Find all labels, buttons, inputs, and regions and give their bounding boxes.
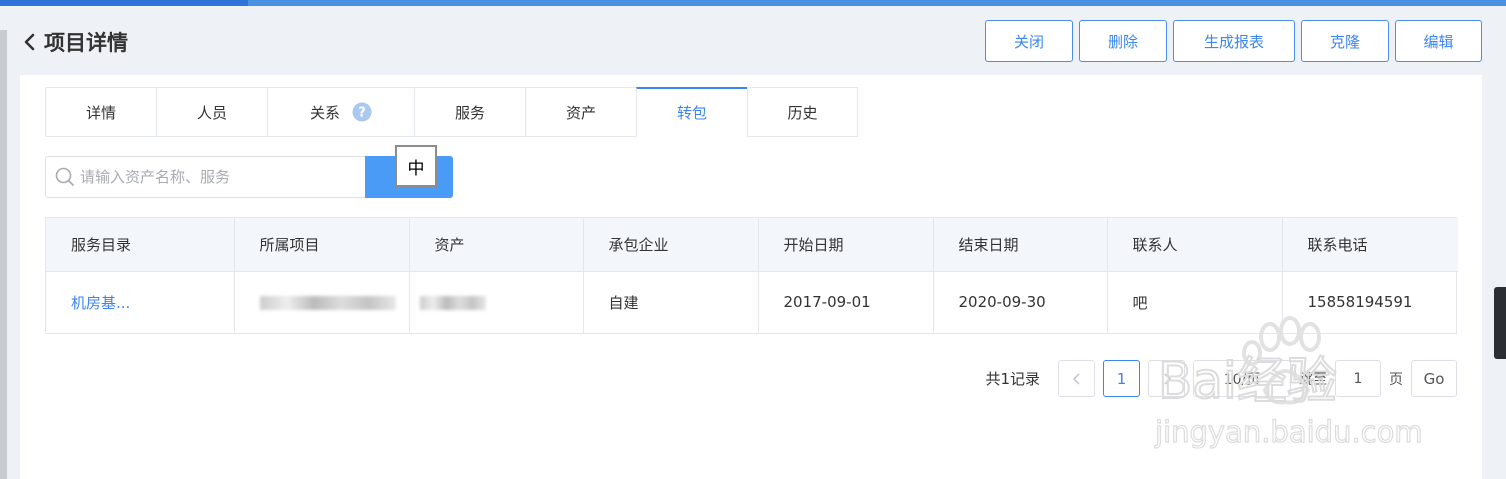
start-date-cell: 2017-09-01 xyxy=(758,271,934,333)
asset-cell xyxy=(409,271,584,333)
tab-details[interactable]: 详情 xyxy=(45,87,156,137)
jump-page-input[interactable] xyxy=(1335,360,1381,397)
page-title: 项目详情 xyxy=(44,31,128,55)
phone-cell: 15858194591 xyxy=(1307,293,1413,312)
search-icon xyxy=(54,166,76,188)
page-size-select[interactable]: 10/页 xyxy=(1193,360,1291,397)
tab-label: 转包 xyxy=(676,104,707,122)
column-header: 结束日期 xyxy=(933,218,1108,272)
tab-services[interactable]: 服务 xyxy=(414,87,525,137)
redacted-project xyxy=(259,295,396,310)
tab-label: 资产 xyxy=(565,103,596,122)
page-header: 项目详情 xyxy=(18,22,128,62)
column-header: 服务目录 xyxy=(46,218,235,272)
page-number[interactable]: 1 xyxy=(1103,360,1140,397)
tab-assets[interactable]: 资产 xyxy=(525,87,636,137)
tab-relations[interactable]: 关系 ? xyxy=(267,87,414,137)
pagination: 共1记录 1 10/页 跳至 页 Go xyxy=(985,360,1457,397)
contact-cell: 吧 xyxy=(1107,271,1283,333)
go-button[interactable]: Go xyxy=(1411,360,1457,397)
help-icon[interactable]: ? xyxy=(352,102,372,122)
prev-page-button[interactable] xyxy=(1058,360,1095,397)
content-panel: 详情 人员 关系 ? 服务 资产 转包 历史 中 服务目录 xyxy=(20,75,1482,479)
svg-text:?: ? xyxy=(358,106,366,121)
top-progress-segment xyxy=(0,0,248,6)
tab-subcontract[interactable]: 转包 xyxy=(636,87,747,137)
generate-report-button[interactable]: 生成报表 xyxy=(1173,20,1295,62)
subcontract-table: 服务目录 所属项目 资产 承包企业 开始日期 结束日期 联系人 联系电话 机房基… xyxy=(45,217,1458,334)
total-count: 共1记录 xyxy=(985,370,1040,388)
page-unit-label: 页 xyxy=(1389,371,1403,388)
end-date-cell: 2020-09-30 xyxy=(933,271,1108,333)
search-input[interactable] xyxy=(80,168,360,186)
tab-label: 人员 xyxy=(196,103,227,122)
close-button[interactable]: 关闭 xyxy=(985,20,1073,62)
project-cell xyxy=(234,271,410,333)
tab-label: 历史 xyxy=(787,103,818,122)
table-header-row: 服务目录 所属项目 资产 承包企业 开始日期 结束日期 联系人 联系电话 xyxy=(46,218,1458,272)
column-header: 承包企业 xyxy=(583,218,759,272)
column-header: 联系人 xyxy=(1107,218,1283,272)
ime-indicator: 中 xyxy=(395,145,437,187)
table-row: 机房基... 自建 2017-09-01 2020-09-30 吧 158581… xyxy=(46,271,1458,333)
tab-bar: 详情 人员 关系 ? 服务 资产 转包 历史 xyxy=(45,87,858,137)
left-edge-bar xyxy=(0,30,7,479)
top-progress-bar xyxy=(0,0,1506,6)
tab-label: 关系 xyxy=(309,103,340,122)
back-arrow-icon[interactable] xyxy=(18,30,42,54)
action-bar: 关闭 删除 生成报表 克隆 编辑 xyxy=(985,20,1482,62)
tab-personnel[interactable]: 人员 xyxy=(156,87,267,137)
column-header: 开始日期 xyxy=(758,218,934,272)
column-header: 所属项目 xyxy=(234,218,410,272)
tab-label: 详情 xyxy=(85,103,116,122)
redacted-asset xyxy=(419,295,486,310)
service-catalog-link[interactable]: 机房基... xyxy=(46,271,235,333)
next-page-button[interactable] xyxy=(1148,360,1185,397)
side-scroll-handle[interactable] xyxy=(1494,287,1506,359)
delete-button[interactable]: 删除 xyxy=(1079,20,1167,62)
chevron-left-icon xyxy=(1072,372,1080,385)
tab-history[interactable]: 历史 xyxy=(747,87,858,137)
contractor-cell: 自建 xyxy=(583,271,759,333)
clone-button[interactable]: 克隆 xyxy=(1301,20,1389,62)
chevron-right-icon xyxy=(1163,372,1171,385)
edit-button[interactable]: 编辑 xyxy=(1395,20,1482,62)
jump-label: 跳至 xyxy=(1299,371,1327,388)
tab-label: 服务 xyxy=(454,103,485,122)
column-header: 联系电话 xyxy=(1282,218,1458,272)
column-header: 资产 xyxy=(409,218,584,272)
search-box xyxy=(45,156,366,198)
